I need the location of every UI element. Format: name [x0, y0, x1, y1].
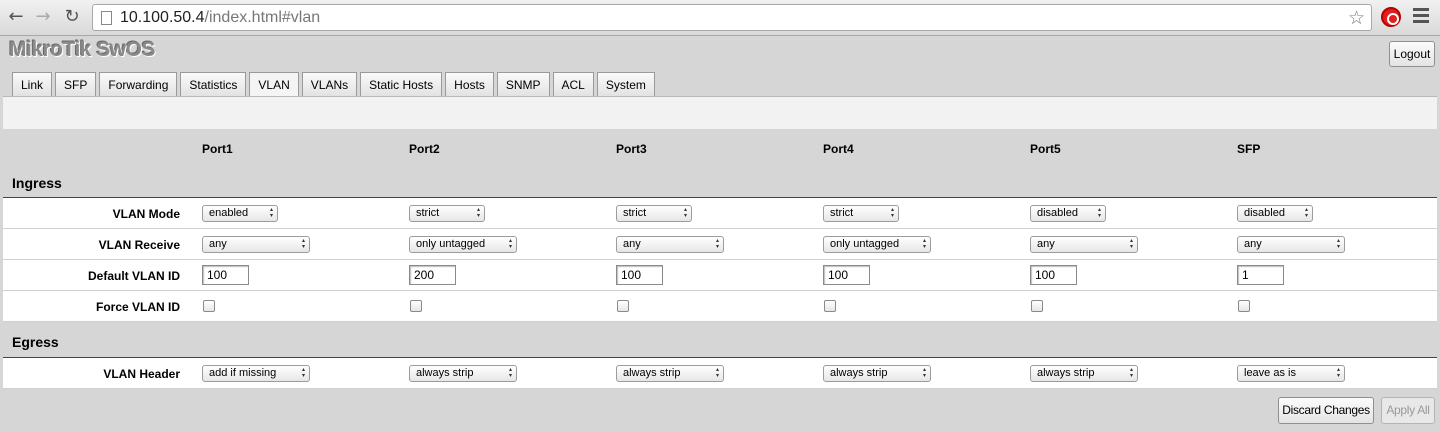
section-title: Ingress [12, 175, 62, 191]
section-title: Egress [12, 334, 59, 350]
force-vlan-id-checkbox-port4[interactable] [824, 300, 836, 312]
port-header-port2: Port2 [409, 142, 440, 156]
tab-system[interactable]: System [596, 72, 655, 97]
row-label: VLAN Mode [112, 207, 180, 221]
vlan-receive-select-port4[interactable]: only untagged [823, 236, 931, 253]
vlan-header-select-sfp[interactable]: leave as is [1237, 365, 1345, 382]
port-header-port5: Port5 [1030, 142, 1061, 156]
tab-link[interactable]: Link [12, 72, 53, 97]
port-header-port1: Port1 [202, 142, 233, 156]
forward-arrow-icon[interactable]: → [33, 7, 53, 27]
vlan-receive-select-port5[interactable]: any [1030, 236, 1138, 253]
vlan-header-row: VLAN Header add if missing always strip al… [3, 358, 1437, 389]
vlan-header-select-port3[interactable]: always strip [616, 365, 724, 382]
ingress-section-header: Ingress [3, 163, 1437, 198]
vlan-receive-row: VLAN Receive any only untagged any only unt… [3, 229, 1437, 260]
browser-toolbar: ← → ↻ 10.100.50.4/index.html#vlan ☆ [0, 0, 1440, 36]
vlan-mode-select-port4[interactable]: strict [823, 205, 899, 222]
extension-icon[interactable] [1381, 7, 1401, 27]
address-bar[interactable]: 10.100.50.4/index.html#vlan ☆ [92, 4, 1372, 31]
tab-vlans[interactable]: VLANs [301, 72, 358, 97]
default-vlan-id-input-port1[interactable]: 100 [202, 265, 249, 285]
force-vlan-id-checkbox-port5[interactable] [1031, 300, 1043, 312]
port-header-row: Port1 Port2 Port3 Port4 Port5 SFP [3, 133, 1437, 163]
port-header-sfp: SFP [1237, 142, 1261, 156]
vlan-mode-select-port2[interactable]: strict [409, 205, 485, 222]
force-vlan-id-row: Force VLAN ID [3, 291, 1437, 322]
vlan-header-select-port4[interactable]: always strip [823, 365, 931, 382]
egress-section-header: Egress [3, 322, 1437, 358]
vlan-mode-select-sfp[interactable]: disabled [1237, 205, 1313, 222]
apply-all-button[interactable]: Apply All [1381, 397, 1435, 424]
vlan-mode-select-port5[interactable]: disabled [1030, 205, 1106, 222]
back-arrow-icon[interactable]: ← [6, 7, 26, 27]
vlan-mode-select-port1[interactable]: enabled [202, 205, 278, 222]
vlan-header-select-port5[interactable]: always strip [1030, 365, 1138, 382]
force-vlan-id-checkbox-sfp[interactable] [1238, 300, 1250, 312]
force-vlan-id-checkbox-port1[interactable] [203, 300, 215, 312]
vlan-header-select-port2[interactable]: always strip [409, 365, 517, 382]
vlan-receive-select-port3[interactable]: any [616, 236, 724, 253]
row-label: Default VLAN ID [87, 269, 180, 283]
vlan-receive-select-port2[interactable]: only untagged [409, 236, 517, 253]
reload-icon[interactable]: ↻ [62, 7, 82, 27]
tab-statistics[interactable]: Statistics [180, 72, 247, 97]
vlan-table: Port1 Port2 Port3 Port4 Port5 SFP Ingress VLA… [3, 133, 1437, 389]
vlan-header-select-port1[interactable]: add if missing [202, 365, 310, 382]
row-label: VLAN Header [103, 367, 180, 381]
bookmark-star-icon[interactable]: ☆ [1348, 7, 1365, 29]
force-vlan-id-checkbox-port3[interactable] [617, 300, 629, 312]
vlan-receive-select-port1[interactable]: any [202, 236, 310, 253]
tab-bar: Link SFP Forwarding Statistics VLAN VLANs Stat… [12, 72, 655, 98]
tab-forwarding[interactable]: Forwarding [99, 72, 178, 97]
default-vlan-id-input-port3[interactable]: 100 [616, 265, 663, 285]
default-vlan-id-input-port4[interactable]: 100 [823, 265, 870, 285]
tab-static-hosts[interactable]: Static Hosts [360, 72, 443, 97]
address-url: 10.100.50.4/index.html#vlan [120, 9, 321, 26]
vlan-mode-select-port3[interactable]: strict [616, 205, 692, 222]
browser-menu-icon[interactable] [1413, 8, 1429, 24]
port-header-port3: Port3 [616, 142, 647, 156]
default-vlan-id-row: Default VLAN ID 100 200 100 100 100 1 [3, 260, 1437, 291]
app-title: MikroTik SwOS [9, 38, 156, 61]
tab-content-strip [3, 96, 1437, 129]
row-label: Force VLAN ID [95, 300, 180, 314]
tab-sfp[interactable]: SFP [55, 72, 97, 97]
tab-snmp[interactable]: SNMP [496, 72, 550, 97]
port-header-port4: Port4 [823, 142, 854, 156]
vlan-receive-select-sfp[interactable]: any [1237, 236, 1345, 253]
discard-changes-button[interactable]: Discard Changes [1278, 397, 1374, 424]
default-vlan-id-input-port5[interactable]: 100 [1030, 265, 1077, 285]
row-label: VLAN Receive [98, 238, 180, 252]
tab-acl[interactable]: ACL [552, 72, 594, 97]
force-vlan-id-checkbox-port2[interactable] [410, 300, 422, 312]
tab-hosts[interactable]: Hosts [445, 72, 494, 97]
vlan-mode-row: VLAN Mode enabled strict strict strict disab… [3, 198, 1437, 229]
default-vlan-id-input-sfp[interactable]: 1 [1237, 265, 1284, 285]
tab-vlan[interactable]: VLAN [249, 72, 299, 98]
logout-button[interactable]: Logout [1389, 41, 1435, 67]
page-icon [101, 11, 112, 25]
default-vlan-id-input-port2[interactable]: 200 [409, 265, 456, 285]
